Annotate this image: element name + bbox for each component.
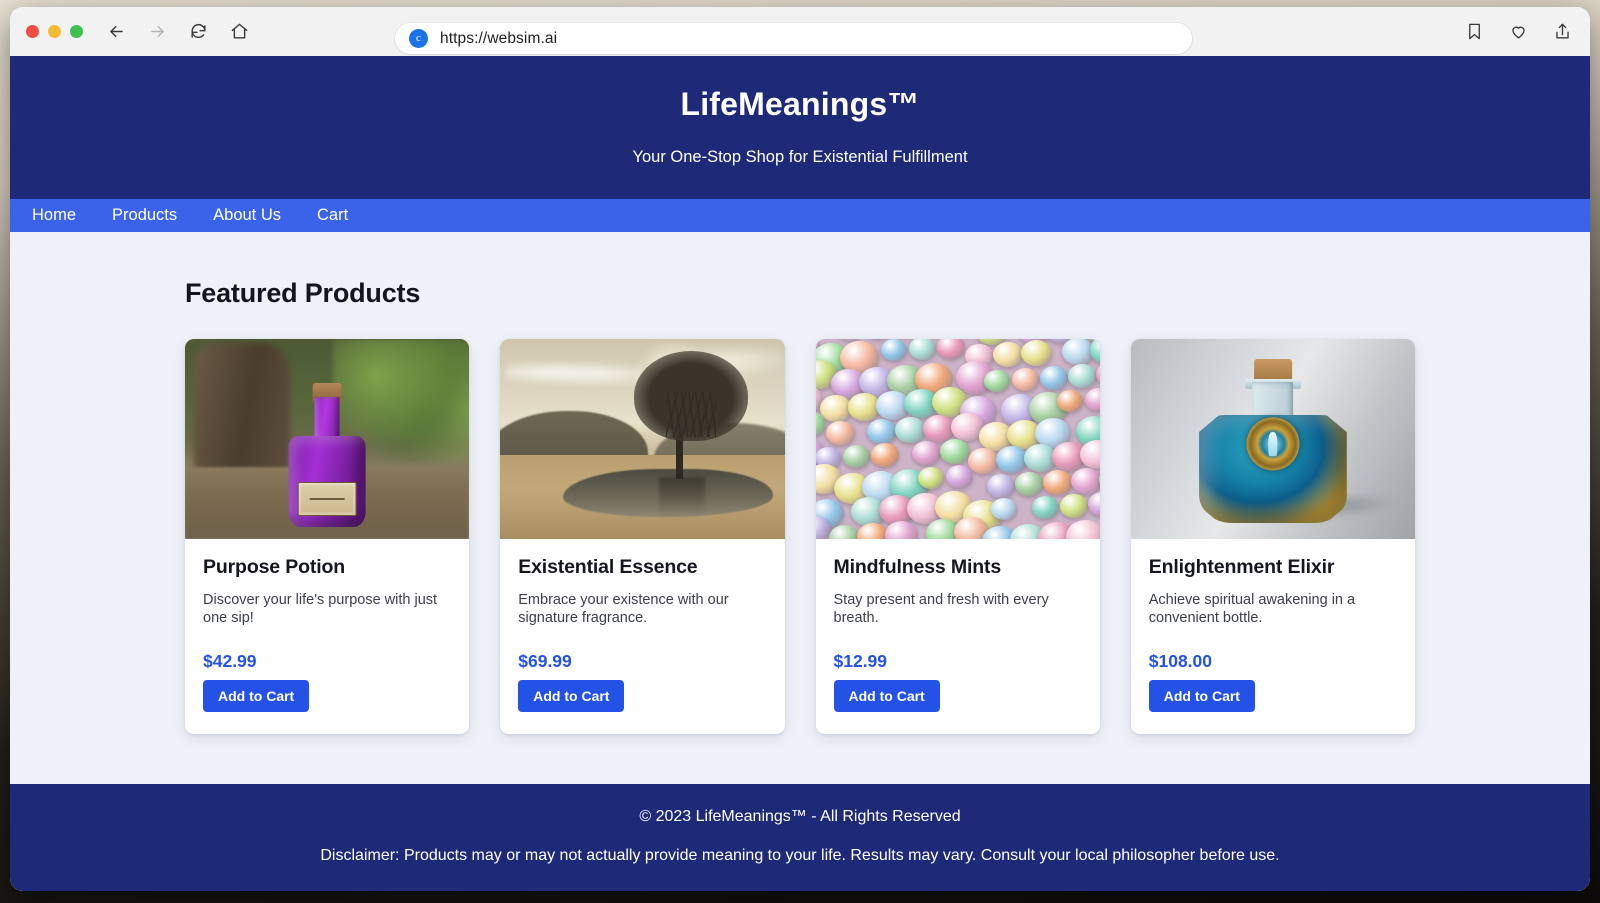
section-title: Featured Products bbox=[185, 278, 421, 308]
browser-window: c https://websim.ai LifeMeanings™ Your O… bbox=[10, 7, 1590, 891]
browser-nav-buttons bbox=[104, 20, 251, 44]
main-content: Featured Products Purpose Potion Discove… bbox=[10, 232, 1590, 735]
nav-item-home[interactable]: Home bbox=[32, 206, 76, 225]
product-card[interactable]: Existential Essence Embrace your existen… bbox=[500, 339, 785, 735]
browser-toolbar: c https://websim.ai bbox=[10, 7, 1590, 56]
maximize-window-button[interactable] bbox=[70, 25, 83, 38]
product-image-existential-essence bbox=[500, 339, 785, 539]
main-navigation: Home Products About Us Cart bbox=[10, 199, 1590, 232]
product-price: $42.99 bbox=[203, 651, 257, 672]
product-description: Stay present and fresh with every breath… bbox=[833, 592, 1049, 627]
nav-item-products[interactable]: Products bbox=[112, 206, 177, 225]
product-image-mindfulness-mints bbox=[815, 339, 1100, 539]
add-to-cart-button[interactable]: Add to Cart bbox=[518, 680, 625, 713]
product-name: Mindfulness Mints bbox=[833, 556, 1002, 578]
forward-arrow-icon[interactable] bbox=[145, 20, 169, 44]
bookmark-icon[interactable] bbox=[1462, 20, 1486, 44]
product-body: Existential Essence Embrace your existen… bbox=[500, 539, 784, 734]
product-image-purpose-potion bbox=[185, 339, 470, 539]
home-icon[interactable] bbox=[227, 20, 251, 44]
site-tagline: Your One-Stop Shop for Existential Fulfi… bbox=[632, 148, 968, 166]
product-name: Purpose Potion bbox=[203, 556, 345, 578]
product-name: Enlightenment Elixir bbox=[1148, 556, 1335, 578]
url-text: https://websim.ai bbox=[440, 29, 558, 47]
heart-icon[interactable] bbox=[1506, 20, 1530, 44]
product-description: Achieve spiritual awakening in a conveni… bbox=[1148, 592, 1356, 627]
site-footer: © 2023 LifeMeanings™ - All Rights Reserv… bbox=[10, 784, 1590, 891]
back-arrow-icon[interactable] bbox=[104, 20, 128, 44]
product-price: $12.99 bbox=[833, 651, 888, 672]
product-grid: Purpose Potion Discover your life's purp… bbox=[185, 339, 1415, 735]
product-card[interactable]: Enlightenment Elixir Achieve spiritual a… bbox=[1130, 339, 1415, 735]
nav-item-cart[interactable]: Cart bbox=[317, 206, 348, 225]
product-body: Mindfulness Mints Stay present and fresh… bbox=[816, 539, 1100, 734]
product-price: $108.00 bbox=[1148, 651, 1213, 672]
window-controls bbox=[26, 25, 83, 38]
product-card[interactable]: Mindfulness Mints Stay present and fresh… bbox=[815, 339, 1100, 735]
reload-icon[interactable] bbox=[186, 20, 210, 44]
product-description: Discover your life's purpose with just o… bbox=[203, 592, 438, 627]
product-card[interactable]: Purpose Potion Discover your life's purp… bbox=[185, 339, 470, 735]
product-image-enlightenment-elixir bbox=[1130, 339, 1415, 539]
add-to-cart-button[interactable]: Add to Cart bbox=[833, 680, 940, 713]
toolbar-actions bbox=[1462, 7, 1574, 56]
product-name: Existential Essence bbox=[518, 556, 698, 578]
close-window-button[interactable] bbox=[26, 25, 39, 38]
product-description: Embrace your existence with our signatur… bbox=[518, 592, 729, 627]
address-bar[interactable]: c https://websim.ai bbox=[395, 23, 1192, 54]
add-to-cart-button[interactable]: Add to Cart bbox=[1148, 680, 1255, 713]
footer-disclaimer: Disclaimer: Products may or may not actu… bbox=[320, 847, 1280, 864]
page-title: LifeMeanings™ bbox=[680, 86, 920, 122]
product-body: Purpose Potion Discover your life's purp… bbox=[185, 539, 469, 734]
nav-item-about-us[interactable]: About Us bbox=[213, 206, 281, 225]
product-price: $69.99 bbox=[518, 651, 572, 672]
site-favicon: c bbox=[409, 29, 428, 48]
site-header: LifeMeanings™ Your One-Stop Shop for Exi… bbox=[10, 56, 1590, 199]
minimize-window-button[interactable] bbox=[48, 25, 61, 38]
share-icon[interactable] bbox=[1550, 20, 1574, 44]
product-body: Enlightenment Elixir Achieve spiritual a… bbox=[1131, 539, 1415, 734]
page-viewport: LifeMeanings™ Your One-Stop Shop for Exi… bbox=[10, 56, 1590, 891]
footer-copyright: © 2023 LifeMeanings™ - All Rights Reserv… bbox=[639, 808, 961, 825]
add-to-cart-button[interactable]: Add to Cart bbox=[203, 680, 310, 713]
